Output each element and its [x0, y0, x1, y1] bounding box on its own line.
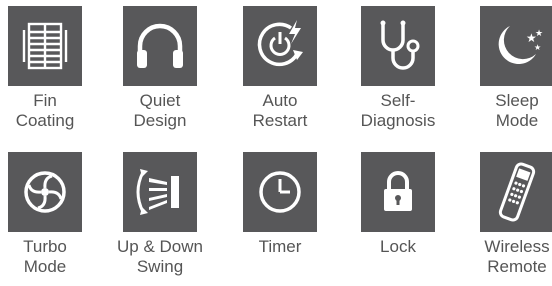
padlock-icon	[384, 171, 412, 211]
auto-restart-icon	[257, 20, 303, 67]
feature-tile	[361, 152, 435, 232]
headphones-icon	[137, 23, 183, 68]
feature-label: Sleep Mode	[460, 91, 552, 131]
label-line: Coating	[15, 111, 75, 130]
feature-label: Self- Diagnosis	[341, 91, 455, 131]
feature-label: Wireless Remote	[460, 237, 552, 277]
label-line: Restart	[252, 111, 308, 130]
label-line: Remote	[487, 257, 547, 276]
label-line: Wireless	[484, 237, 550, 256]
label-line: Swing	[136, 257, 184, 276]
clock-icon	[259, 171, 301, 213]
label-line: Mode	[23, 257, 67, 276]
label-line: Self-	[380, 91, 416, 110]
turbo-fan-icon	[24, 171, 66, 213]
label-line: Up & Down	[117, 237, 203, 256]
label-line: Design	[133, 111, 187, 130]
feature-tile	[123, 6, 197, 86]
svg-text:★: ★	[534, 43, 541, 52]
label-line: Fin	[33, 91, 57, 110]
moon-stars-icon: ★ ★ ★	[498, 26, 543, 65]
label-line: Auto	[262, 91, 298, 110]
feature-label: Lock	[341, 237, 455, 257]
feature-tile: ★ ★ ★	[480, 6, 552, 86]
svg-text:★: ★	[535, 29, 543, 39]
feature-tile	[123, 152, 197, 232]
label-line: Timer	[258, 237, 302, 256]
feature-tile	[243, 152, 317, 232]
label-line: Sleep	[495, 91, 539, 110]
label-line: Turbo	[23, 237, 67, 256]
feature-label: Up & Down Swing	[103, 237, 217, 277]
label-line: Quiet	[139, 91, 181, 110]
feature-label: Timer	[223, 237, 337, 257]
label-line: Diagnosis	[360, 111, 436, 130]
feature-label: Turbo Mode	[0, 237, 102, 277]
feature-tile	[480, 152, 552, 232]
feature-tile	[8, 152, 82, 232]
feature-label: Quiet Design	[103, 91, 217, 131]
label-line: Lock	[380, 237, 416, 256]
fin-coating-icon	[22, 22, 68, 70]
feature-tile	[361, 6, 435, 86]
feature-tile	[8, 6, 82, 86]
label-line: Mode	[495, 111, 539, 130]
louver-swing-icon	[136, 169, 179, 215]
feature-label: Fin Coating	[0, 91, 102, 131]
remote-control-icon	[498, 162, 536, 222]
feature-label: Auto Restart	[223, 91, 337, 131]
stethoscope-icon	[380, 20, 420, 70]
feature-tile	[243, 6, 317, 86]
